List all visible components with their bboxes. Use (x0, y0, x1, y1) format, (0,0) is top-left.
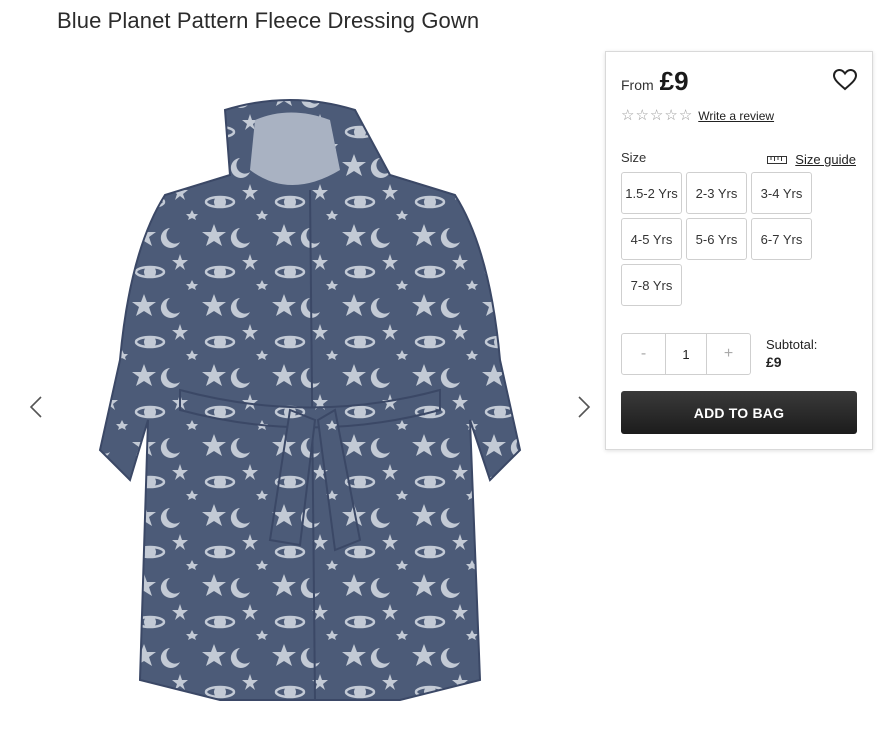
size-option-4-5-yrs[interactable]: 4-5 Yrs (621, 218, 682, 260)
star-outline-icon: ☆ (664, 107, 678, 124)
gallery-prev-button[interactable] (24, 395, 48, 419)
rating-row: ☆ ☆ ☆ ☆ ☆ Write a review (621, 108, 774, 123)
product-image (98, 99, 522, 701)
size-option-2-3-yrs[interactable]: 2-3 Yrs (686, 172, 747, 214)
size-option-5-6-yrs[interactable]: 5-6 Yrs (686, 218, 747, 260)
subtotal-label: Subtotal: (766, 337, 818, 352)
subtotal: Subtotal: £9 (766, 337, 817, 370)
star-outline-icon: ☆ (621, 107, 635, 124)
subtotal-value: £9 (766, 354, 782, 370)
chevron-right-icon (578, 396, 591, 418)
size-option-1-5-2-yrs[interactable]: 1.5-2 Yrs (621, 172, 682, 214)
size-option-7-8-yrs[interactable]: 7-8 Yrs (621, 264, 682, 306)
star-outline-icon: ☆ (649, 107, 664, 124)
price-value: £9 (659, 66, 689, 96)
quantity-stepper: - + (621, 333, 751, 375)
chevron-left-icon (29, 396, 42, 418)
rating-stars: ☆ ☆ ☆ ☆ ☆ (621, 108, 692, 123)
wishlist-button[interactable] (832, 67, 858, 93)
quantity-input[interactable] (665, 334, 707, 374)
gallery-next-button[interactable] (572, 395, 596, 419)
purchase-panel: From £9 ☆ ☆ ☆ ☆ ☆ Write a review Size Si… (605, 51, 873, 450)
product-gallery (20, 60, 600, 730)
size-option-6-7-yrs[interactable]: 6-7 Yrs (751, 218, 812, 260)
size-guide-label: Size guide (795, 152, 856, 167)
size-option-3-4-yrs[interactable]: 3-4 Yrs (751, 172, 812, 214)
star-outline-icon: ☆ (635, 107, 649, 124)
add-to-bag-button[interactable]: ADD TO BAG (621, 391, 857, 434)
product-title: Blue Planet Pattern Fleece Dressing Gown (57, 8, 480, 33)
star-outline-icon: ☆ (678, 107, 693, 124)
ruler-icon (767, 155, 788, 164)
price-row: From £9 (621, 66, 689, 97)
size-label: Size (621, 150, 647, 165)
price-from-label: From (621, 77, 654, 93)
heart-icon (832, 68, 858, 91)
size-guide-link[interactable]: Size guide (767, 152, 856, 167)
write-review-link[interactable]: Write a review (698, 109, 774, 123)
quantity-increase-button[interactable]: + (707, 334, 750, 374)
quantity-decrease-button[interactable]: - (622, 334, 665, 374)
